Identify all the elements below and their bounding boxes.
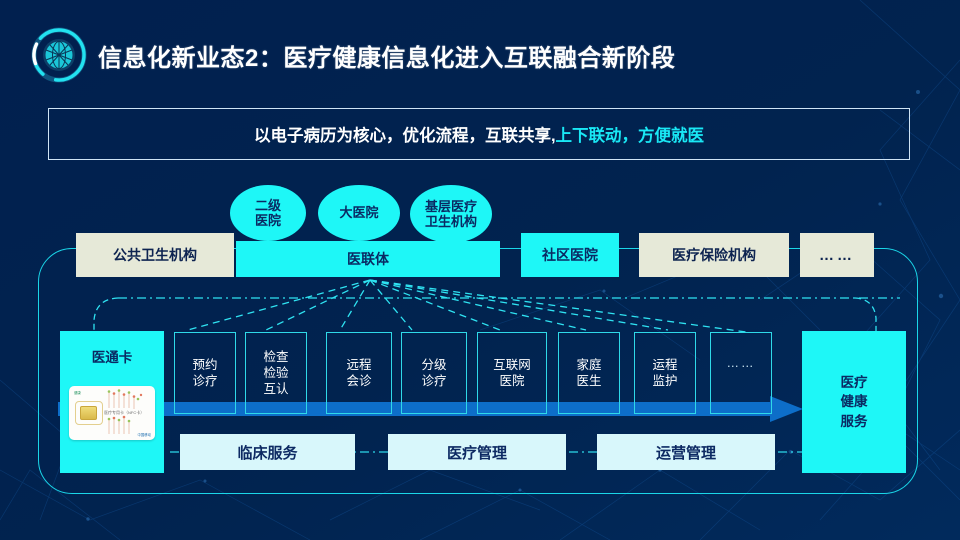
service-box-more-ellipsis: …… xyxy=(710,332,772,414)
card-caption: 医疗专用卡（NFC卡） xyxy=(104,410,145,415)
service-label: 预约 诊疗 xyxy=(192,358,218,388)
service-label: 检查 检验 互认 xyxy=(263,350,289,396)
service-label: 远程 会诊 xyxy=(346,358,372,388)
service-box-appointment: 预约 诊疗 xyxy=(174,332,236,414)
outcome-label: 医疗 健康 服务 xyxy=(840,375,868,429)
ytk-card-title: 医通卡 xyxy=(91,350,133,365)
service-box-remote-consult: 远程 会诊 xyxy=(326,332,392,414)
mgmt-bar-clinical-service: 临床服务 xyxy=(180,434,355,470)
service-box-family-doctor: 家庭 医生 xyxy=(558,332,620,414)
card-brand: 中国移动 xyxy=(137,433,151,437)
service-label: …… xyxy=(726,356,756,370)
mgmt-bar-medical-management: 医疗管理 xyxy=(388,434,566,470)
card-logo: 健康 xyxy=(74,391,81,395)
service-label: 运程 监护 xyxy=(652,358,678,388)
service-box-test-recognition: 检查 检验 互认 xyxy=(245,332,307,414)
mgmt-label: 运营管理 xyxy=(655,444,716,462)
ytk-card-panel: 医通卡 健康 医疗专用卡（NFC卡） 中国移动 xyxy=(60,331,164,473)
outcome-health-service: 医疗 健康 服务 xyxy=(802,331,906,473)
card-chip-icon xyxy=(80,406,97,420)
service-box-remote-monitoring: 运程 监护 xyxy=(634,332,696,414)
service-label: 互联网 医院 xyxy=(493,358,531,388)
slide-canvas: 信息化新业态2：医疗健康信息化进入互联融合新阶段 以电子病历为核心，优化流程，互… xyxy=(0,0,960,540)
mgmt-label: 医疗管理 xyxy=(446,444,507,462)
service-box-tiered-care: 分级 诊疗 xyxy=(401,332,467,414)
service-box-internet-hospital: 互联网 医院 xyxy=(477,332,547,414)
service-label: 家庭 医生 xyxy=(576,358,602,388)
smart-card-image: 健康 医疗专用卡（NFC卡） 中国移动 xyxy=(69,386,155,440)
service-label: 分级 诊疗 xyxy=(421,358,447,388)
mgmt-bar-operations-management: 运营管理 xyxy=(597,434,775,470)
mgmt-label: 临床服务 xyxy=(237,444,298,462)
